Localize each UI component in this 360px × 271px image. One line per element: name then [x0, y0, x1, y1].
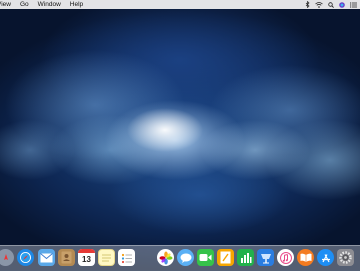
calendar-icon[interactable]: 13	[78, 249, 95, 266]
search-icon[interactable]	[328, 1, 334, 8]
safari-icon[interactable]	[17, 249, 34, 266]
menu-go[interactable]: Go	[20, 0, 29, 9]
menu-view[interactable]: View	[0, 0, 11, 9]
menu-bar: View Go Window Help	[0, 0, 360, 9]
keynote-icon[interactable]	[257, 249, 274, 266]
menu-window[interactable]: Window	[38, 0, 61, 9]
bluetooth-icon[interactable]	[305, 1, 310, 8]
facetime-icon[interactable]	[197, 249, 214, 266]
numbers-icon[interactable]	[237, 249, 254, 266]
pages-icon[interactable]	[217, 249, 234, 266]
notes-icon[interactable]	[98, 249, 115, 266]
wifi-icon[interactable]	[315, 1, 323, 8]
reminders-icon[interactable]	[118, 249, 135, 266]
app-store-icon[interactable]	[317, 249, 334, 266]
dock: 13	[0, 245, 360, 271]
itunes-icon[interactable]	[277, 249, 294, 266]
photos-icon[interactable]	[157, 249, 174, 266]
system-preferences-icon[interactable]	[337, 249, 354, 266]
desktop-wallpaper	[0, 0, 360, 270]
calendar-header	[78, 249, 95, 253]
ibooks-icon[interactable]	[297, 249, 314, 266]
menu-help[interactable]: Help	[70, 0, 83, 9]
launchpad-icon[interactable]	[0, 249, 14, 266]
calendar-date: 13	[82, 254, 91, 264]
notification-list-icon[interactable]	[350, 1, 357, 8]
mail-icon[interactable]	[38, 249, 55, 266]
siri-icon[interactable]	[339, 1, 345, 8]
contacts-icon[interactable]	[58, 249, 75, 266]
messages-icon[interactable]	[177, 249, 194, 266]
